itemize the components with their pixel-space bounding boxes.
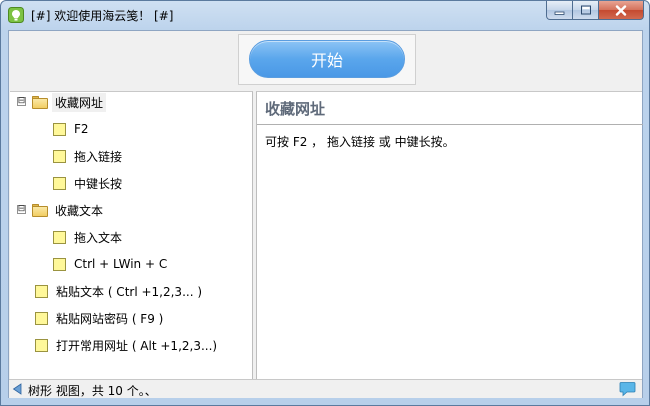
- tree-leaf[interactable]: Ctrl + LWin + C: [53, 254, 170, 274]
- tree-leaf-label: Ctrl + LWin + C: [74, 257, 168, 271]
- minimize-icon: [554, 11, 565, 15]
- tree-item-label: 粘贴网站密码 ( F9 ): [56, 311, 164, 326]
- client-area: 开始 ⊟ 收藏网址 F2 拖入链接 中键长按 ⊟ 收藏文本 拖入文本 Ctrl …: [8, 30, 643, 398]
- note-icon: [53, 122, 66, 136]
- close-icon: [615, 4, 627, 16]
- note-icon: [53, 149, 66, 163]
- tree-node-label: 收藏文本: [55, 203, 104, 218]
- tree-leaf-label: F2: [74, 122, 89, 136]
- chat-bubble-icon[interactable]: [619, 381, 636, 397]
- note-icon: [35, 338, 48, 352]
- detail-panel: 收藏网址 可按 F2 ， 拖入链接 或 中键长按。: [256, 91, 643, 381]
- tree-node-favorites-url[interactable]: 收藏网址: [32, 92, 107, 112]
- detail-title: 收藏网址: [257, 92, 643, 125]
- tree-item-label: 粘贴文本 ( Ctrl +1,2,3... ): [56, 284, 203, 299]
- maximize-icon: [580, 5, 591, 15]
- tree-view[interactable]: ⊟ 收藏网址 F2 拖入链接 中键长按 ⊟ 收藏文本 拖入文本 Ctrl + L…: [10, 91, 253, 381]
- tree-node-favorites-text[interactable]: 收藏文本: [32, 200, 106, 220]
- collapse-icon[interactable]: ⊟: [17, 205, 26, 214]
- arrow-left-icon[interactable]: [12, 383, 22, 395]
- window-controls: [546, 1, 644, 20]
- tree-leaf[interactable]: 拖入文本: [53, 227, 125, 247]
- start-button[interactable]: 开始: [249, 40, 405, 78]
- start-button-frame: 开始: [238, 34, 416, 85]
- tree-leaf[interactable]: 中键长按: [53, 173, 125, 193]
- app-logo-icon: [8, 7, 24, 23]
- tree-item-paste-text[interactable]: 粘贴文本 ( Ctrl +1,2,3... ): [35, 281, 205, 301]
- tree-leaf-label: 拖入链接: [74, 149, 123, 164]
- status-bar: 树形 视图，共 10 个。、: [9, 379, 642, 398]
- toolbar: 开始: [9, 31, 642, 89]
- note-icon: [35, 311, 48, 325]
- title-bar[interactable]: [#] 欢迎使用海云笺！ [#]: [1, 1, 649, 30]
- collapse-icon[interactable]: ⊟: [17, 97, 26, 106]
- note-icon: [35, 284, 48, 298]
- note-icon: [53, 230, 66, 244]
- app-window: [#] 欢迎使用海云笺！ [#] 开始 ⊟ 收藏网址 F2 拖入链接 中键长按 …: [0, 0, 650, 406]
- close-button[interactable]: [599, 1, 644, 20]
- tree-leaf[interactable]: F2: [53, 119, 92, 139]
- tree-leaf[interactable]: 拖入链接: [53, 146, 125, 166]
- minimize-button[interactable]: [546, 1, 573, 20]
- tree-item-paste-password[interactable]: 粘贴网站密码 ( F9 ): [35, 308, 166, 328]
- window-title: [#] 欢迎使用海云笺！ [#]: [31, 9, 174, 23]
- folder-icon: [32, 203, 48, 217]
- tree-item-open-url[interactable]: 打开常用网址 ( Alt +1,2,3...): [35, 335, 220, 355]
- tree-node-label: 收藏网址: [52, 92, 107, 112]
- note-icon: [53, 176, 66, 190]
- status-text: 树形 视图，共 10 个。、: [28, 384, 157, 398]
- tree-item-label: 打开常用网址 ( Alt +1,2,3...): [56, 338, 218, 353]
- detail-description: 可按 F2 ， 拖入链接 或 中键长按。: [265, 135, 455, 149]
- tree-leaf-label: 中键长按: [74, 176, 123, 191]
- note-icon: [53, 257, 66, 271]
- folder-icon: [32, 95, 48, 109]
- maximize-button[interactable]: [573, 1, 599, 20]
- tree-leaf-label: 拖入文本: [74, 230, 123, 245]
